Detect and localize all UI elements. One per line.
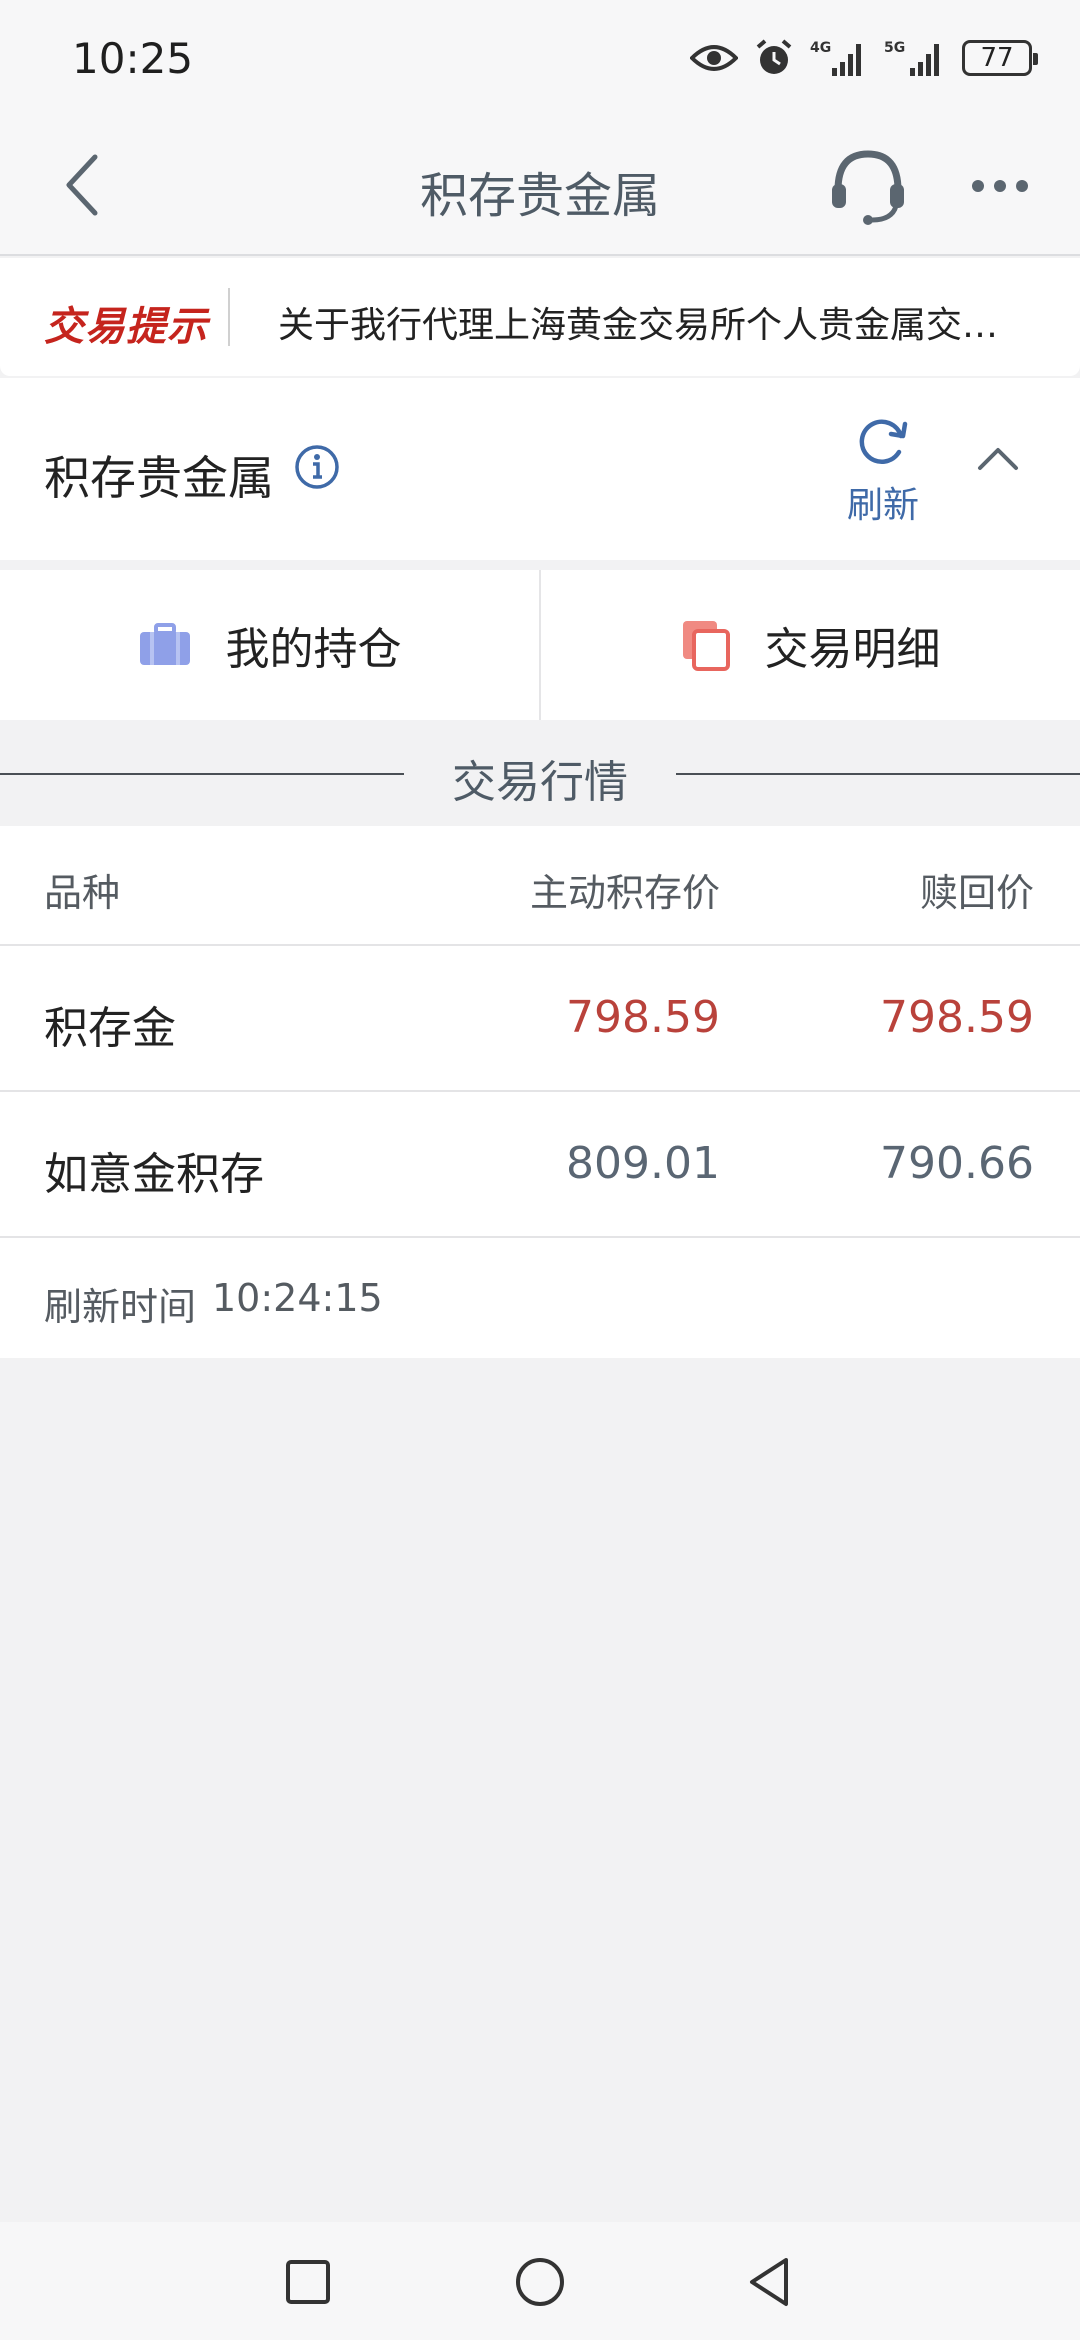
headset-icon — [832, 150, 904, 225]
refresh-time-value: 10:24:15 — [212, 1276, 383, 1320]
product-name: 积存金 — [44, 1003, 176, 1054]
alarm-icon — [756, 39, 792, 74]
refresh-label: 刷新 — [846, 485, 919, 526]
notice-text[interactable]: 关于我行代理上海黄金交易所个人贵金属交… — [278, 296, 1048, 348]
column-header-product: 品种 — [44, 871, 121, 915]
system-navigation-bar — [0, 2222, 1080, 2340]
signal-5g-icon: 5G — [884, 40, 939, 76]
battery-level: 77 — [980, 43, 1014, 73]
signal-4g-icon: 4G — [810, 40, 861, 76]
home-icon[interactable] — [510, 2252, 570, 2312]
my-positions-button[interactable]: 我的持仓 — [0, 570, 539, 720]
status-bar: 10:25 4G 5G 77 — [0, 0, 1080, 120]
refresh-icon — [859, 419, 908, 464]
notice-divider — [228, 288, 230, 346]
recent-apps-icon[interactable] — [278, 2252, 338, 2312]
status-time: 10:25 — [72, 34, 194, 83]
svg-text:4G: 4G — [810, 40, 831, 56]
table-header: 品种 主动积存价 赎回价 — [0, 826, 1080, 946]
refresh-time-label: 刷新时间 — [44, 1285, 197, 1329]
refresh-time-row: 刷新时间 10:24:15 — [0, 1238, 1080, 1358]
notice-tag: 交易提示 — [44, 304, 208, 350]
section-title: 积存贵金属 — [44, 451, 274, 505]
action-bar: 我的持仓 交易明细 — [0, 570, 1080, 720]
more-dot — [972, 180, 984, 192]
nav-bar: 积存贵金属 — [0, 120, 1080, 256]
customer-service-button[interactable] — [826, 144, 910, 228]
page-title: 积存贵金属 — [419, 168, 660, 224]
info-icon[interactable] — [294, 444, 340, 490]
documents-icon — [682, 621, 730, 671]
back-triangle-icon[interactable] — [740, 2252, 800, 2312]
product-name: 如意金积存 — [44, 1149, 264, 1200]
refresh-button[interactable]: 刷新 — [838, 414, 928, 526]
redeem-price: 798.59 — [880, 992, 1034, 1043]
more-button[interactable] — [958, 154, 1042, 218]
briefcase-icon — [139, 623, 190, 665]
market-table: 品种 主动积存价 赎回价 积存金 798.59 798.59 如意金积存 809… — [0, 826, 1080, 1358]
more-dot — [1016, 180, 1028, 192]
trade-notice-banner[interactable]: 交易提示 关于我行代理上海黄金交易所个人贵金属交… — [0, 258, 1080, 376]
market-title: 交易行情 — [452, 757, 628, 808]
more-dot — [994, 180, 1006, 192]
eye-icon — [690, 45, 738, 71]
redeem-price: 790.66 — [880, 1138, 1034, 1189]
trade-details-button[interactable]: 交易明细 — [541, 570, 1080, 720]
active-price: 798.59 — [566, 992, 720, 1043]
market-section-divider: 交易行情 — [0, 724, 1080, 824]
status-icons: 4G 5G 77 — [690, 34, 1038, 82]
my-positions-label: 我的持仓 — [225, 624, 402, 675]
table-row[interactable]: 如意金积存 809.01 790.66 — [0, 1092, 1080, 1238]
section-header: 积存贵金属 刷新 — [0, 378, 1080, 560]
active-price: 809.01 — [566, 1138, 720, 1189]
column-header-redeem-price: 赎回价 — [919, 871, 1034, 915]
trade-details-label: 交易明细 — [764, 624, 941, 675]
column-header-active-price: 主动积存价 — [529, 871, 720, 915]
chevron-up-icon[interactable] — [970, 430, 1026, 486]
battery-indicator: 77 — [962, 40, 1038, 76]
svg-text:5G: 5G — [884, 40, 905, 56]
table-row[interactable]: 积存金 798.59 798.59 — [0, 946, 1080, 1092]
